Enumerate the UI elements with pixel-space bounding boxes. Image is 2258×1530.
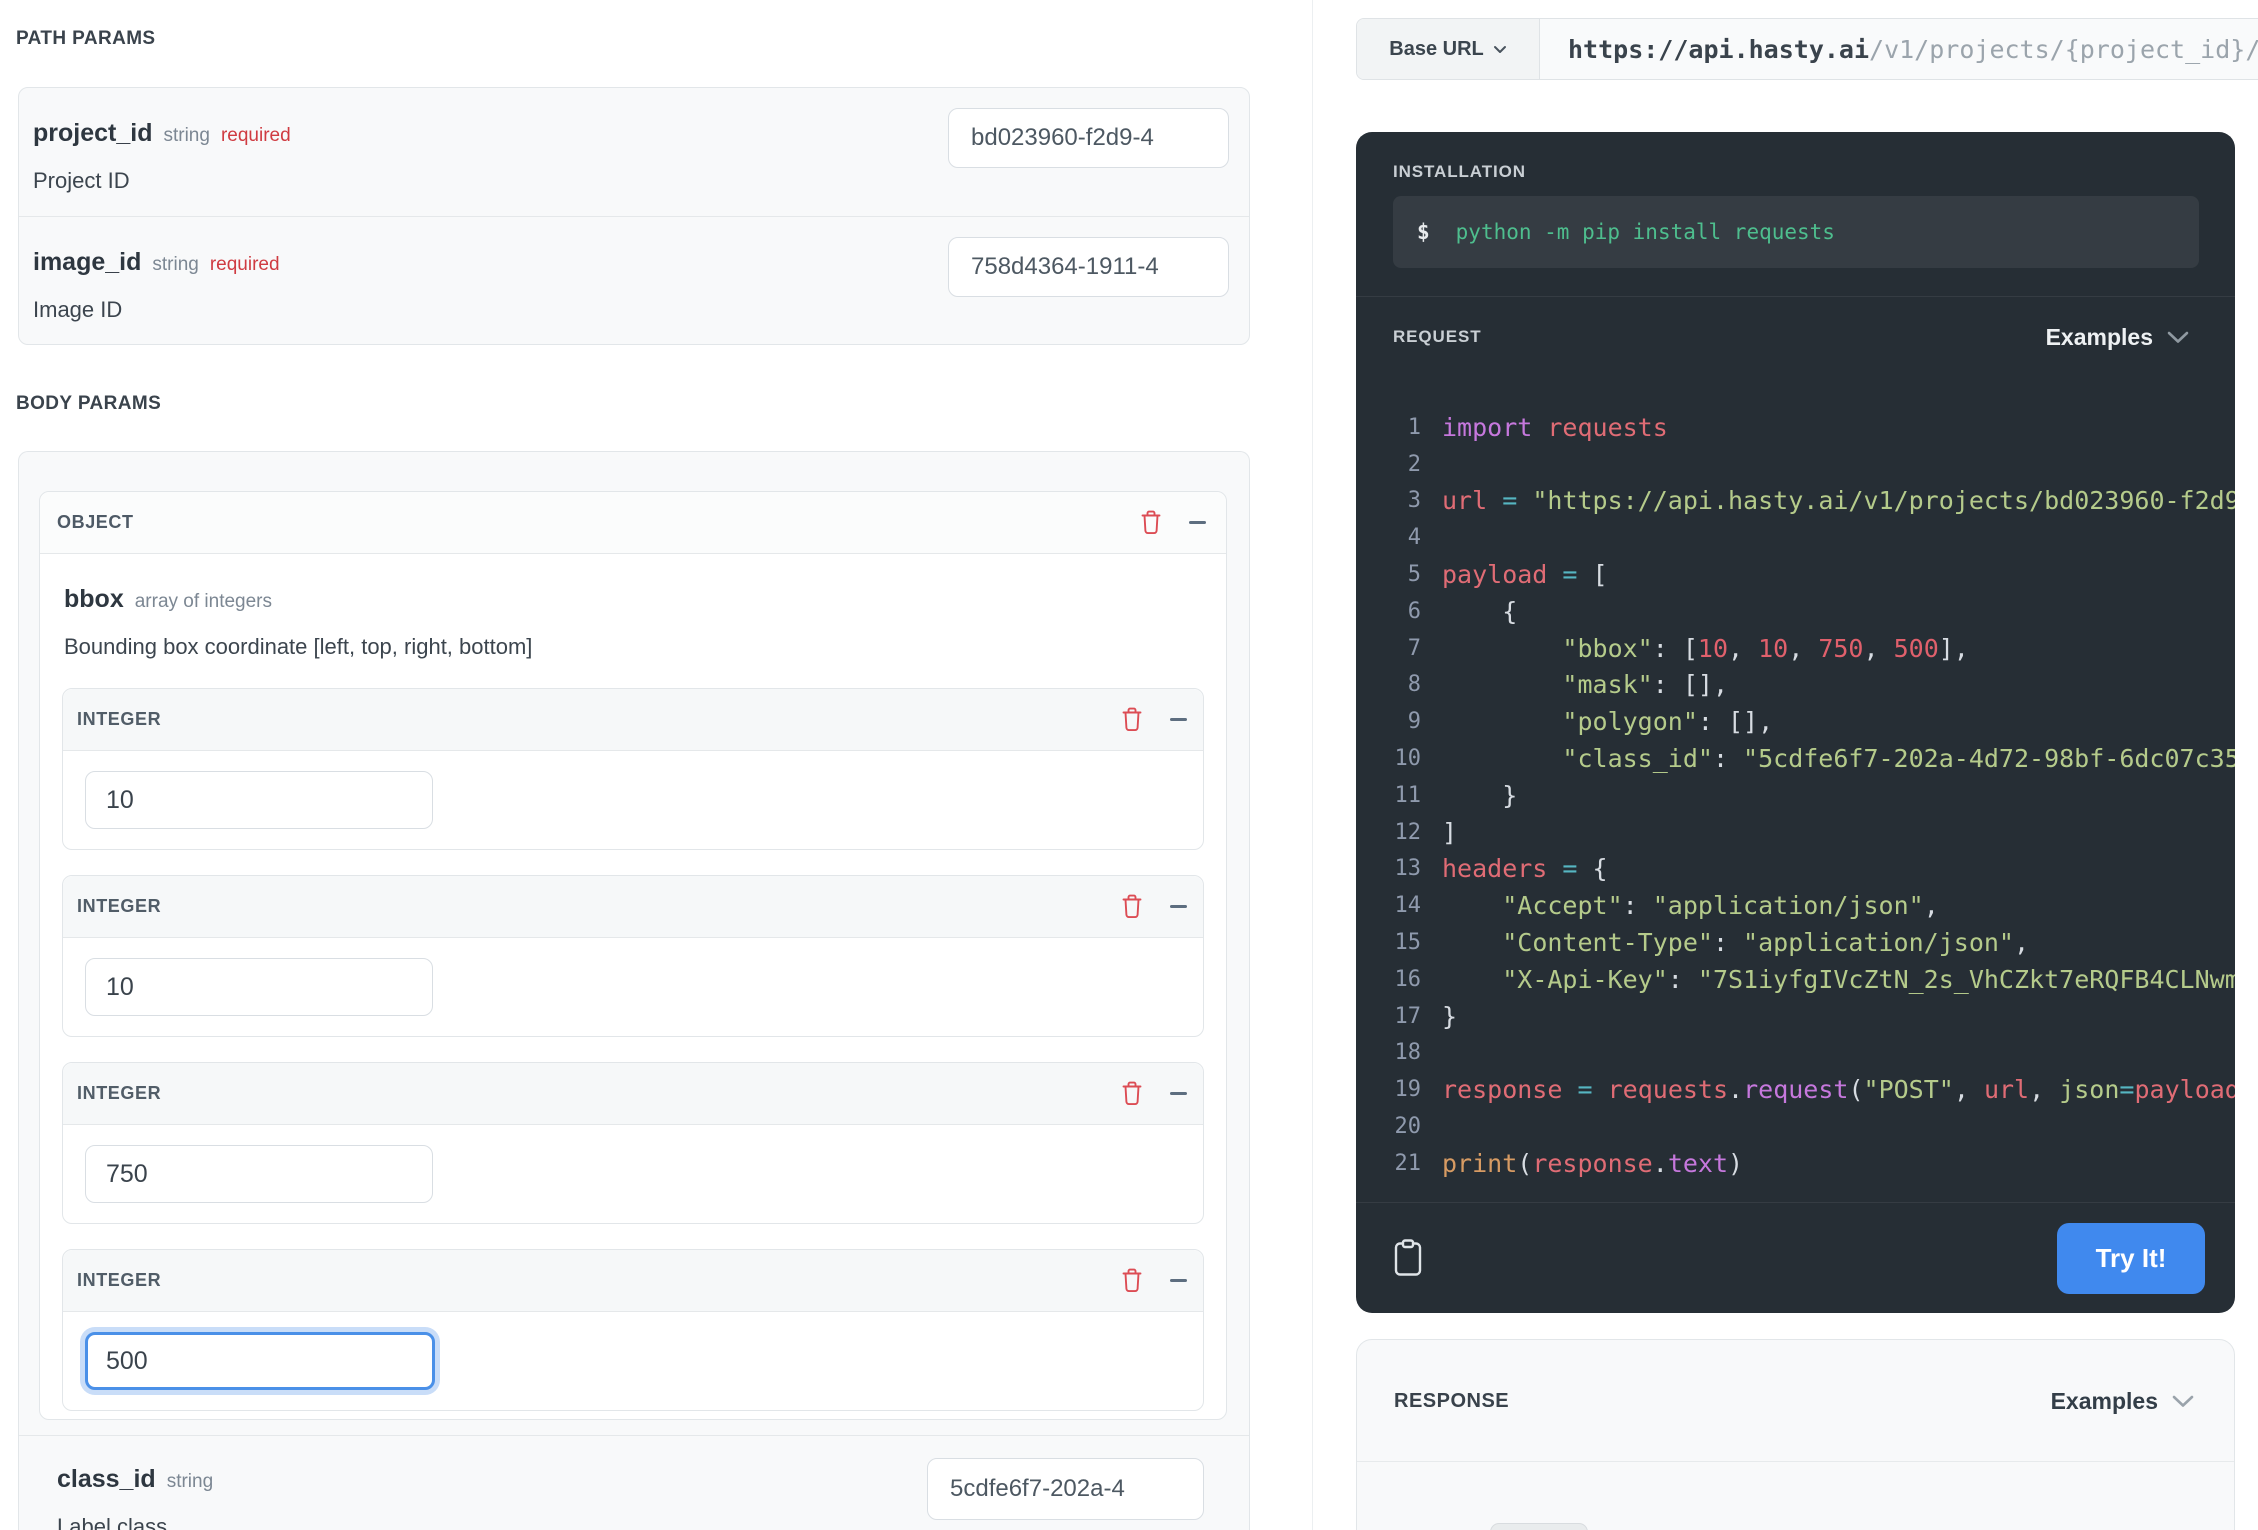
- integer-card-1: INTEGER: [62, 688, 1204, 850]
- chevron-down-icon: [1493, 45, 1507, 54]
- status-pill[interactable]: [1490, 1523, 1588, 1530]
- delete-integer-button[interactable]: [1120, 1267, 1144, 1294]
- param-row-class-id: class_idstring Label class: [19, 1435, 1249, 1530]
- param-description: Project ID: [33, 170, 1249, 192]
- delete-object-button[interactable]: [1139, 509, 1163, 536]
- object-card-header: OBJECT: [40, 492, 1226, 554]
- integer-label: INTEGER: [77, 709, 161, 730]
- try-it-button[interactable]: Try It!: [2057, 1223, 2205, 1294]
- integer-card-3: INTEGER: [62, 1062, 1204, 1224]
- request-panel-footer: Try It!: [1356, 1202, 2235, 1313]
- base-url-bar: Base URL https://api.hasty.ai/v1/project…: [1356, 18, 2258, 80]
- minus-icon: [1170, 718, 1187, 721]
- response-examples-dropdown[interactable]: Examples: [2051, 1388, 2194, 1415]
- column-divider: [1312, 0, 1313, 1530]
- request-examples-dropdown[interactable]: Examples: [2046, 324, 2189, 351]
- panel-divider: [1356, 296, 2235, 297]
- param-description: Image ID: [33, 299, 1249, 321]
- param-name: class_id: [57, 1465, 156, 1493]
- field-type: array of integers: [135, 591, 272, 612]
- trash-icon: [1120, 706, 1144, 733]
- response-divider: [1357, 1461, 2234, 1462]
- collapse-object-button[interactable]: [1189, 521, 1206, 524]
- collapse-integer-button[interactable]: [1170, 1279, 1187, 1282]
- field-description: Bounding box coordinate [left, top, righ…: [64, 636, 1204, 658]
- terminal-prompt: $: [1417, 220, 1430, 244]
- param-type: string: [163, 125, 209, 146]
- install-command-box: $ python -m pip install requests: [1393, 196, 2199, 268]
- minus-icon: [1170, 1279, 1187, 1282]
- integer-label: INTEGER: [77, 896, 161, 917]
- integer-card-header: INTEGER: [63, 689, 1203, 751]
- delete-integer-button[interactable]: [1120, 893, 1144, 920]
- param-row-project-id: project_id string required Project ID: [19, 88, 1249, 216]
- collapse-integer-button[interactable]: [1170, 1092, 1187, 1095]
- trash-icon: [1120, 893, 1144, 920]
- collapse-integer-button[interactable]: [1170, 718, 1187, 721]
- copy-code-button[interactable]: [1394, 1239, 1422, 1277]
- object-label: OBJECT: [57, 512, 134, 533]
- class-id-input[interactable]: [927, 1458, 1204, 1520]
- object-card: OBJECT bbox array of integers Bounding bo…: [39, 491, 1227, 1420]
- field-name: bbox: [64, 585, 124, 613]
- minus-icon: [1170, 905, 1187, 908]
- clipboard-icon: [1394, 1239, 1422, 1277]
- body-params-heading: BODY PARAMS: [16, 393, 161, 415]
- path-params-card: project_idstringrequired Project ID imag…: [18, 87, 1250, 345]
- examples-label: Examples: [2051, 1388, 2158, 1415]
- trash-icon: [1120, 1267, 1144, 1294]
- param-required-badge: required: [221, 125, 291, 146]
- integer-label: INTEGER: [77, 1270, 161, 1291]
- install-command: python -m pip install requests: [1456, 220, 1835, 244]
- body-params-card: OBJECT bbox array of integers Bounding bo…: [18, 451, 1250, 1530]
- integer-card-header: INTEGER: [63, 1250, 1203, 1312]
- base-url-label: Base URL: [1389, 38, 1483, 61]
- param-type: string: [152, 254, 198, 275]
- minus-icon: [1189, 521, 1206, 524]
- param-row-image-id: image_id string required Image ID: [19, 216, 1249, 344]
- integer-label: INTEGER: [77, 1083, 161, 1104]
- base-url-dropdown[interactable]: Base URL: [1357, 19, 1540, 79]
- base-url-path: /v1/projects/{project_id}/: [1869, 35, 2258, 64]
- trash-icon: [1139, 509, 1163, 536]
- integer-card-header: INTEGER: [63, 876, 1203, 938]
- examples-label: Examples: [2046, 324, 2153, 351]
- installation-heading: INSTALLATION: [1393, 158, 2198, 186]
- api-reference-page: PATH PARAMS project_idstringrequired Pro…: [0, 0, 2258, 1530]
- request-panel: INSTALLATION $ python -m pip install req…: [1356, 132, 2235, 1313]
- base-url-host: https://api.hasty.ai: [1568, 35, 1869, 64]
- integer-card-header: INTEGER: [63, 1063, 1203, 1125]
- chevron-down-icon: [2172, 1395, 2194, 1408]
- delete-integer-button[interactable]: [1120, 1080, 1144, 1107]
- response-heading: RESPONSE: [1394, 1390, 1509, 1413]
- code-block: 1import requests23url = "https://api.has…: [1356, 409, 2235, 1182]
- image-id-input[interactable]: [948, 237, 1229, 297]
- trash-icon: [1120, 1080, 1144, 1107]
- base-url-value: https://api.hasty.ai/v1/projects/{projec…: [1540, 19, 2258, 79]
- param-name: project_id: [33, 119, 152, 147]
- integer-input-1[interactable]: [85, 771, 433, 829]
- request-heading: REQUEST: [1393, 323, 1481, 351]
- integer-input-2[interactable]: [85, 958, 433, 1016]
- integer-input-3[interactable]: [85, 1145, 433, 1203]
- delete-integer-button[interactable]: [1120, 706, 1144, 733]
- integer-input-4[interactable]: [85, 1332, 435, 1390]
- integer-card-2: INTEGER: [62, 875, 1204, 1037]
- minus-icon: [1170, 1092, 1187, 1095]
- integer-card-4: INTEGER: [62, 1249, 1204, 1411]
- param-required-badge: required: [210, 254, 280, 275]
- param-type: string: [167, 1471, 213, 1492]
- chevron-down-icon: [2167, 331, 2189, 344]
- response-card: RESPONSE Examples: [1356, 1339, 2235, 1530]
- param-name: image_id: [33, 248, 141, 276]
- collapse-integer-button[interactable]: [1170, 905, 1187, 908]
- path-params-heading: PATH PARAMS: [16, 28, 156, 50]
- project-id-input[interactable]: [948, 108, 1229, 168]
